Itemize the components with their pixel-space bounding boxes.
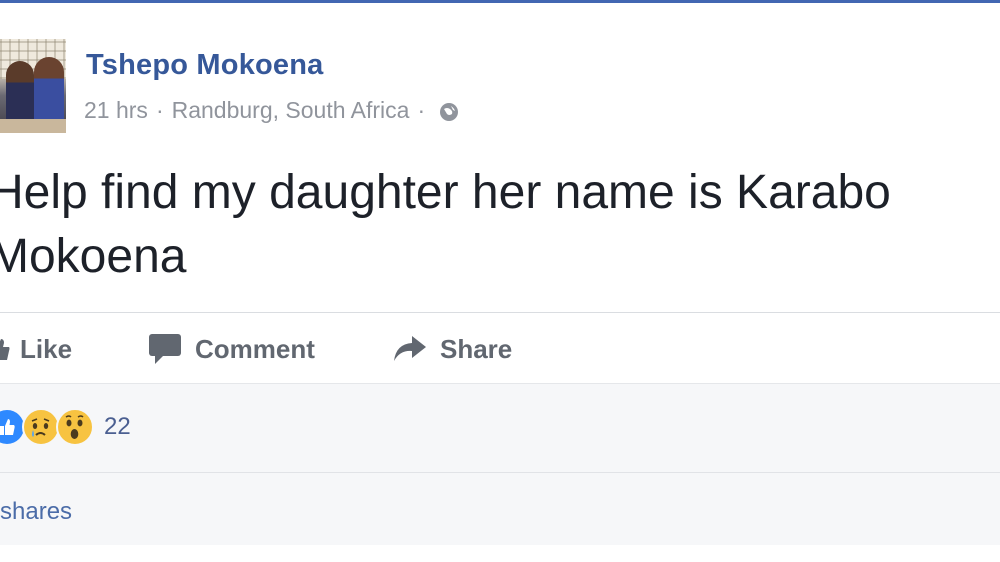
sad-reaction-icon	[22, 408, 60, 446]
meta-separator: ·	[155, 97, 164, 123]
like-label: Like	[20, 333, 73, 364]
share-arrow-icon	[394, 336, 426, 362]
shares-link[interactable]: shares	[0, 498, 72, 526]
author-name[interactable]: Tshepo Mokoena	[86, 49, 324, 82]
comment-label: Comment	[195, 333, 315, 364]
avatar-table	[0, 119, 66, 133]
comment-icon	[149, 334, 181, 364]
post-meta: 21 hrs · Randburg, South Africa ·	[84, 97, 459, 124]
post-message: Help find my daughter her name is Karabo…	[0, 161, 1000, 289]
reaction-count[interactable]: 22	[104, 413, 131, 441]
like-button[interactable]: Like	[0, 329, 72, 369]
share-label: Share	[440, 333, 513, 364]
divider	[0, 472, 1000, 473]
reactions-summary[interactable]: 22	[0, 408, 131, 446]
feedback-area: 22 shares	[0, 383, 1000, 545]
post-card: Tshepo Mokoena 21 hrs · Randburg, South …	[0, 3, 1000, 562]
post-message-line: Mokoena	[0, 230, 187, 283]
post-location[interactable]: Randburg, South Africa	[172, 97, 410, 124]
comment-button[interactable]: Comment	[149, 329, 315, 369]
post-timestamp[interactable]: 21 hrs	[84, 97, 148, 124]
avatar[interactable]	[0, 39, 66, 133]
post-message-line: Help find my daughter her name is Karabo	[0, 166, 891, 219]
divider	[0, 383, 1000, 384]
share-button[interactable]: Share	[394, 329, 512, 369]
meta-separator: ·	[417, 97, 426, 123]
divider	[0, 312, 1000, 313]
thumbs-up-icon	[0, 337, 10, 361]
globe-icon[interactable]	[439, 101, 459, 121]
wow-reaction-icon	[56, 408, 94, 446]
